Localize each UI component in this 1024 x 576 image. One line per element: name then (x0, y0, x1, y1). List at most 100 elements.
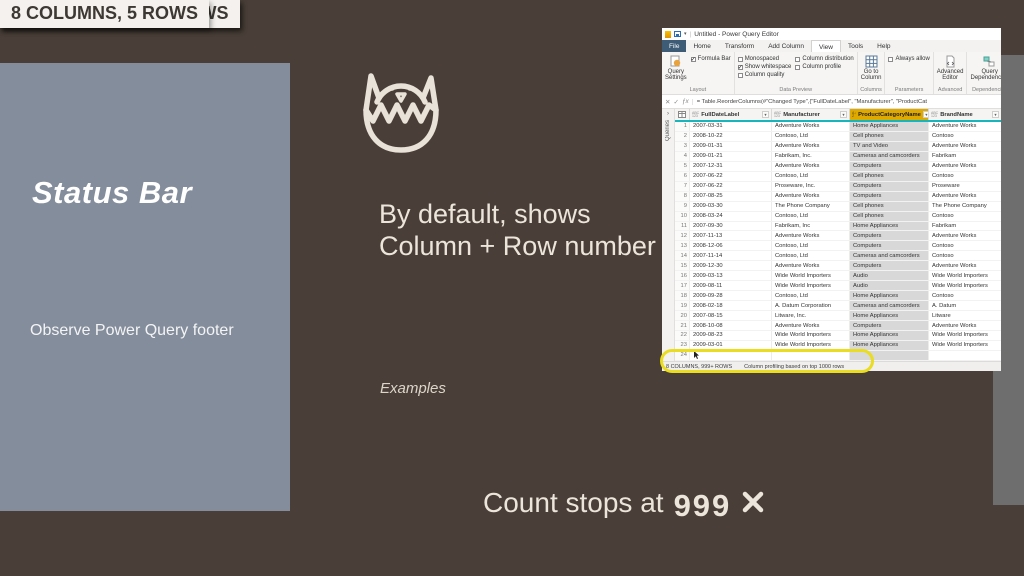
table-row[interactable]: 152009-12-30Adventure WorksComputersAdve… (675, 261, 1001, 271)
examples-label: Examples (380, 380, 446, 397)
checkbox-icon (795, 65, 800, 70)
table-row[interactable]: 32009-01-31Adventure WorksTV and VideoAd… (675, 142, 1001, 152)
table-row[interactable]: 202007-08-15Litware, Inc.Home Appliances… (675, 311, 1001, 321)
table-cell: Adventure Works (929, 142, 1001, 151)
filter-dropdown-icon[interactable]: ▾ (762, 111, 769, 118)
table-row[interactable]: 82007-08-25Adventure WorksComputersAdven… (675, 192, 1001, 202)
tab-transform[interactable]: Transform (718, 40, 761, 52)
check-icon[interactable]: ✓ (673, 98, 678, 106)
table-cell: Home Appliances (850, 122, 929, 131)
queries-pane-collapsed[interactable]: › Queries (662, 109, 675, 361)
panel-subtitle: Observe Power Query footer (30, 322, 234, 340)
formula-bar-checkbox[interactable]: Formula Bar (691, 56, 731, 62)
table-row[interactable]: 92009-03-30The Phone CompanyCell phonesT… (675, 202, 1001, 212)
tab-file[interactable]: File (662, 40, 686, 52)
table-row[interactable]: 222009-08-23Wide World ImportersHome App… (675, 331, 1001, 341)
table-cell: Adventure Works (772, 261, 850, 270)
save-icon[interactable] (674, 31, 681, 37)
table-cell: 8 (675, 192, 690, 201)
column-header-brandname[interactable]: ABC123 BrandName ▾ (929, 109, 1001, 120)
table-cell: Contoso, Ltd (772, 241, 850, 250)
tab-tools[interactable]: Tools (841, 40, 870, 52)
table-cell: 2007-06-22 (690, 172, 772, 181)
table-cell: TV and Video (850, 142, 929, 151)
table-cell: 2009-08-11 (690, 281, 772, 290)
table-row[interactable]: 142007-11-14Contoso, LtdCameras and camc… (675, 251, 1001, 261)
filter-dropdown-icon[interactable]: ▾ (992, 111, 999, 118)
table-cell: Computers (850, 261, 929, 270)
table-cell: Wide World Importers (929, 331, 1001, 340)
dependencies-icon (983, 55, 996, 68)
advanced-editor-button[interactable]: Advanced Editor (937, 54, 964, 86)
table-row[interactable]: 182009-09-28Contoso, LtdHome AppliancesC… (675, 291, 1001, 301)
table-cell: Fabrikam (929, 222, 1001, 231)
show-whitespace-checkbox[interactable]: Show whitespace (738, 64, 792, 70)
table-row[interactable]: 192008-02-18A. Datum CorporationCameras … (675, 301, 1001, 311)
query-dependencies-button[interactable]: Query Dependencies (970, 54, 1001, 86)
grid-corner-cell[interactable] (675, 109, 690, 120)
ribbon-group-advanced: Advanced Editor Advanced (934, 52, 968, 94)
table-row[interactable]: 52007-12-31Adventure WorksComputersAdven… (675, 162, 1001, 172)
table-cell: The Phone Company (929, 202, 1001, 211)
ribbon: Query Settings Formula Bar Layout Monosp… (662, 52, 1001, 95)
table-cell: Adventure Works (772, 122, 850, 131)
table-cell: 2007-08-25 (690, 192, 772, 201)
table-cell: Proseware, Inc. (772, 182, 850, 191)
table-row[interactable]: 42009-01-21Fabrikam, Inc.Cameras and cam… (675, 152, 1001, 162)
table-row[interactable]: 22008-10-22Contoso, LtdCell phonesContos… (675, 132, 1001, 142)
filter-dropdown-icon[interactable]: ▾ (840, 111, 847, 118)
table-row[interactable]: 112007-09-30Fabrikam, IncHome Appliances… (675, 222, 1001, 232)
table-cell: 2007-12-31 (690, 162, 772, 171)
table-cell: 6 (675, 172, 690, 181)
table-row[interactable]: 62007-06-22Contoso, LtdCell phonesContos… (675, 172, 1001, 182)
table-cell: 3 (675, 142, 690, 151)
fx-icon: ƒx (682, 98, 689, 105)
column-distribution-checkbox[interactable]: Column distribution (795, 56, 853, 62)
table-cell: Wide World Importers (772, 331, 850, 340)
tab-home[interactable]: Home (686, 40, 717, 52)
table-cell: Cell phones (850, 212, 929, 221)
column-header-productcategoryname[interactable]: A↓Z ProductCategoryName ▾ (850, 109, 929, 120)
table-cell: Audio (850, 281, 929, 290)
table-row[interactable]: 12007-03-31Adventure WorksHome Appliance… (675, 122, 1001, 132)
table-cell: 2009-08-23 (690, 331, 772, 340)
table-row[interactable]: 132008-12-06Contoso, LtdComputersContoso (675, 241, 1001, 251)
table-row[interactable]: 122007-11-13Adventure WorksComputersAdve… (675, 231, 1001, 241)
table-cell: 2007-09-30 (690, 222, 772, 231)
table-cell: 20 (675, 311, 690, 320)
table-cell: 2007-11-14 (690, 251, 772, 260)
table-cell: 2008-10-22 (690, 132, 772, 141)
table-cell: Cameras and camcorders (850, 251, 929, 260)
tab-help[interactable]: Help (870, 40, 897, 52)
table-cell: 2009-01-31 (690, 142, 772, 151)
table-row[interactable]: 172009-08-11Wide World ImportersAudioWid… (675, 281, 1001, 291)
table-row[interactable]: 212008-10-08Adventure WorksComputersAdve… (675, 321, 1001, 331)
app-logo-icon (665, 31, 671, 38)
always-allow-checkbox[interactable]: Always allow (888, 56, 929, 62)
table-cell: Computers (850, 182, 929, 191)
tab-add-column[interactable]: Add Column (761, 40, 811, 52)
chevron-down-icon[interactable]: ▾ (684, 31, 687, 37)
ribbon-group-dependencies: Query Dependencies Dependencies (967, 52, 1001, 94)
table-row[interactable]: 102008-03-24Contoso, LtdCell phonesConto… (675, 212, 1001, 222)
checkbox-icon (795, 57, 800, 62)
monospaced-checkbox[interactable]: Monospaced (738, 56, 792, 62)
column-header-manufacturer[interactable]: ABC123 Manufacturer ▾ (772, 109, 850, 120)
slide: Status Bar Observe Power Query footer By… (0, 0, 1024, 576)
tab-view[interactable]: View (811, 40, 841, 52)
formula-input[interactable]: = Table.ReorderColumns(#"Changed Type",{… (692, 99, 998, 105)
table-cell: 5 (675, 162, 690, 171)
table-row[interactable]: 72007-06-22Proseware, Inc.ComputersProse… (675, 182, 1001, 192)
table-cell: Adventure Works (772, 142, 850, 151)
table-cell: Adventure Works (929, 231, 1001, 240)
cancel-icon[interactable]: ✕ (665, 98, 670, 106)
column-quality-checkbox[interactable]: Column quality (738, 72, 792, 78)
query-settings-button[interactable]: Query Settings (665, 54, 687, 86)
table-cell: Cell phones (850, 132, 929, 141)
chevron-right-icon[interactable]: › (667, 111, 669, 117)
column-header-fulldatelabel[interactable]: ABC123 FullDateLabel ▾ (690, 109, 772, 120)
table-cell: Fabrikam (929, 152, 1001, 161)
table-row[interactable]: 162009-03-13Wide World ImportersAudioWid… (675, 271, 1001, 281)
go-to-column-button[interactable]: Go to Column (861, 54, 882, 86)
column-profile-checkbox[interactable]: Column profile (795, 64, 853, 70)
